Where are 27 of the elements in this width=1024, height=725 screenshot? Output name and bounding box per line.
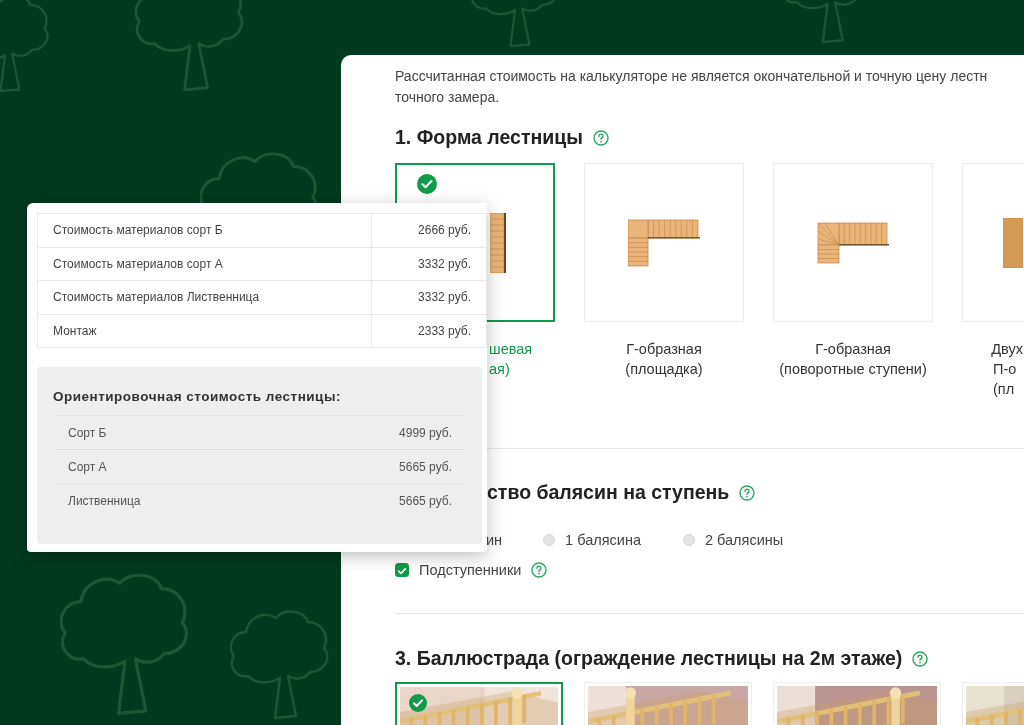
table-cell: 3332 руб.: [371, 247, 487, 281]
table-cell: 2666 руб.: [371, 213, 487, 247]
checkbox-label: Подступенники: [419, 562, 522, 578]
radio-label: ин: [486, 532, 503, 548]
radio-label: 1 балясина: [565, 532, 641, 548]
grade-label: Сорт Б: [68, 425, 107, 440]
grade-label: Лиственница: [68, 493, 141, 508]
section-title: 3. Баллюстрада (ограждение лестницы на 2м этаже): [395, 647, 903, 670]
section-title: 1. Форма лестницы: [395, 126, 583, 149]
section-title: ство балясин на ступень: [487, 481, 730, 504]
option-label: Г-образная (площадка): [625, 340, 703, 379]
option-label: шевая ая): [488, 340, 534, 379]
table-cell: 3332 руб.: [371, 280, 487, 314]
option-label: Двух П-о (пл: [991, 340, 1023, 399]
estimate-title: Ориентировочная стоимость лестницы:: [53, 389, 342, 404]
table-cell: Стоимость материалов Лиственница: [37, 280, 372, 314]
grade-label: Сорт А: [68, 459, 107, 474]
table-cell: 2333 руб.: [371, 314, 487, 348]
radio-label: 2 балясины: [705, 532, 784, 548]
table-cell: Монтаж: [37, 314, 372, 348]
grade-price: 5665 руб.: [399, 459, 452, 474]
option-label: Г-образная (поворотные ступени): [779, 340, 927, 379]
table-cell: Стоимость материалов сорт Б: [37, 213, 372, 247]
table-cell: Стоимость материалов сорт А: [37, 247, 372, 281]
intro-text: Рассчитанная стоимость на калькуляторе не является окончательной и точную цену лестн точного замера.: [395, 67, 989, 107]
grade-price: 4999 руб.: [399, 425, 452, 440]
grade-price: 5665 руб.: [399, 493, 452, 508]
